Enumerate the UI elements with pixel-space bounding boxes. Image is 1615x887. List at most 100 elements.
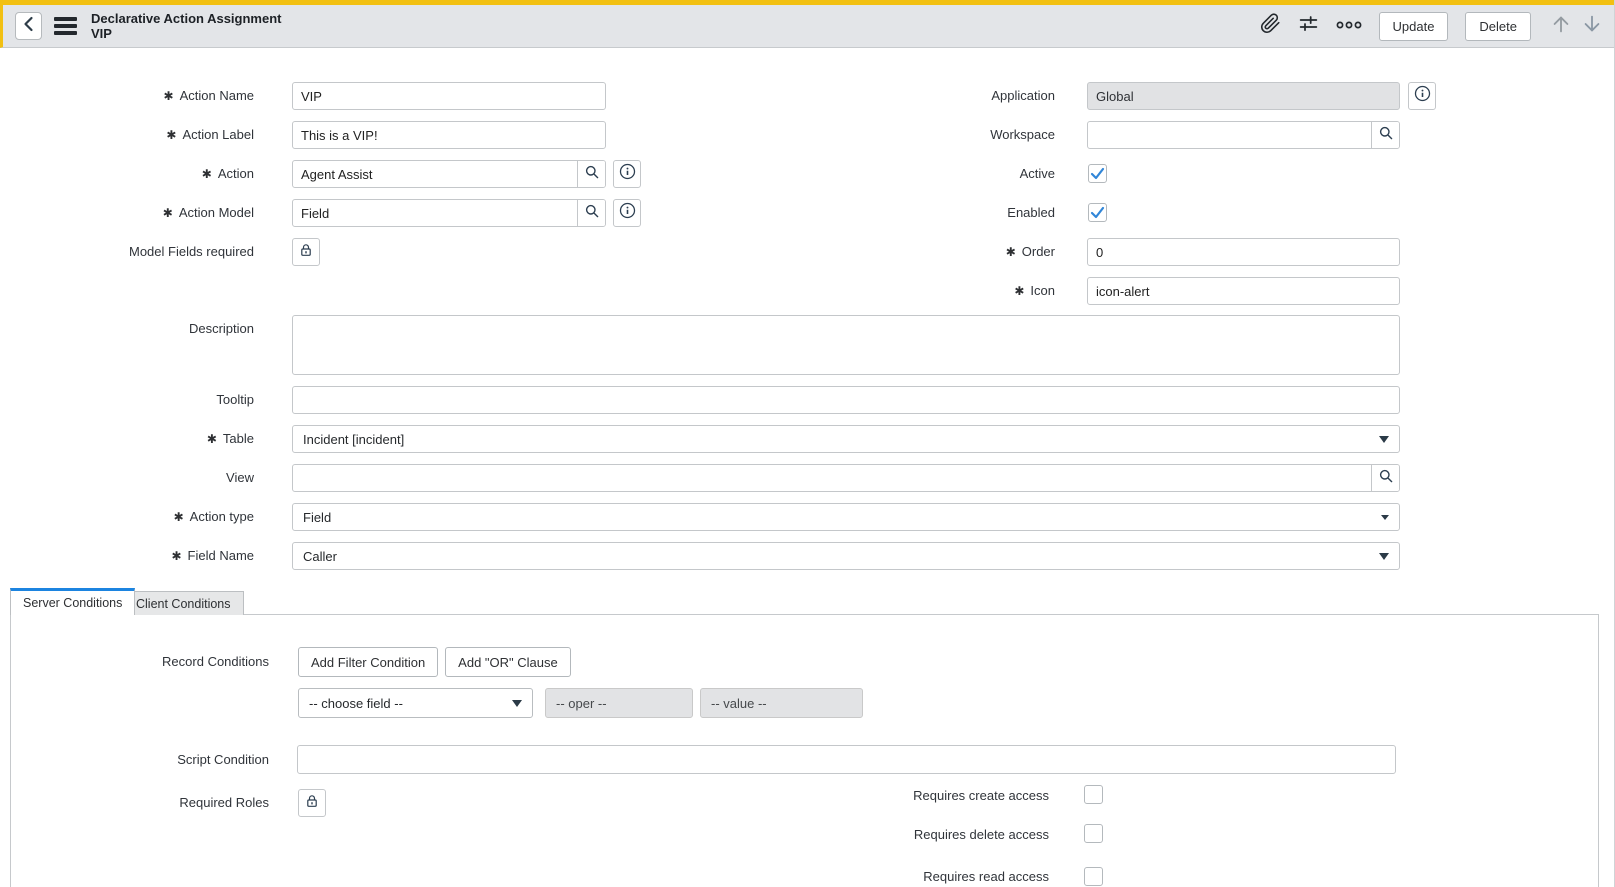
field-label-enabled: Enabled <box>1007 205 1055 220</box>
icon-input[interactable] <box>1087 277 1400 305</box>
requires-delete-access-checkbox[interactable] <box>1084 824 1103 843</box>
required-roles-lock-button[interactable] <box>298 789 326 817</box>
action-model-lookup-button[interactable] <box>577 200 605 226</box>
choose-field-select[interactable]: -- choose field -- <box>298 688 533 718</box>
declarative-action-assignment-form: Declarative Action Assignment VIP Update <box>0 0 1615 887</box>
arrow-down-icon <box>1581 13 1603 40</box>
next-record-button[interactable] <box>1581 13 1603 40</box>
view-reference-field <box>292 464 1400 492</box>
more-options-icon <box>1336 17 1362 35</box>
caret-down-icon <box>1379 552 1389 560</box>
field-label-script-condition: Script Condition <box>177 752 269 767</box>
required-marker-icon: ✱ <box>1005 245 1016 259</box>
field-label-order: ✱ Order <box>1005 244 1055 259</box>
order-input[interactable] <box>1087 238 1400 266</box>
field-label-requires-read-access: Requires read access <box>923 869 1049 884</box>
description-textarea[interactable] <box>292 315 1400 375</box>
action-name-input[interactable] <box>292 82 606 110</box>
workspace-reference-field <box>1087 121 1400 149</box>
more-options-button[interactable] <box>1336 17 1362 35</box>
table-select[interactable]: Incident [incident] <box>292 425 1400 453</box>
field-label-workspace: Workspace <box>990 127 1055 142</box>
view-lookup-button[interactable] <box>1371 465 1399 491</box>
search-icon <box>584 203 600 224</box>
field-label-action-label: ✱ Action Label <box>166 127 254 142</box>
field-label-record-conditions: Record Conditions <box>162 654 269 669</box>
workspace-input[interactable] <box>1088 122 1371 148</box>
search-icon <box>1378 468 1394 489</box>
action-model-input[interactable] <box>293 200 577 226</box>
field-label-description: Description <box>188 321 254 336</box>
tooltip-input[interactable] <box>292 386 1400 414</box>
required-marker-icon: ✱ <box>171 549 182 563</box>
arrow-up-icon <box>1550 13 1572 40</box>
personalize-form-button[interactable] <box>1298 13 1319 39</box>
field-label-table: ✱ Table <box>206 431 254 446</box>
chevron-left-icon <box>22 16 36 37</box>
field-label-tooltip: Tooltip <box>216 392 254 407</box>
action-type-select[interactable]: Field <box>292 503 1400 531</box>
application-readonly-field: Global <box>1087 82 1400 110</box>
form-header: Declarative Action Assignment VIP Update <box>0 5 1614 48</box>
required-marker-icon: ✱ <box>1014 284 1025 298</box>
model-fields-required-lock-button[interactable] <box>292 238 320 266</box>
info-icon <box>1414 85 1431 107</box>
field-name-select[interactable]: Caller <box>292 542 1400 570</box>
lock-icon <box>298 242 314 263</box>
update-button[interactable]: Update <box>1378 11 1449 41</box>
back-button[interactable] <box>15 12 42 40</box>
field-label-requires-create-access: Requires create access <box>913 788 1049 803</box>
field-label-application: Application <box>991 88 1055 103</box>
action-info-button[interactable] <box>613 160 641 188</box>
view-input[interactable] <box>293 465 1371 491</box>
paperclip-icon <box>1260 13 1281 39</box>
add-or-clause-button[interactable]: Add "OR" Clause <box>445 647 571 677</box>
field-label-model-fields-required: Model Fields required <box>128 244 254 259</box>
attachment-button[interactable] <box>1260 13 1281 39</box>
active-checkbox[interactable] <box>1088 164 1107 183</box>
action-reference-field <box>292 160 606 188</box>
value-input-disabled: -- value -- <box>700 688 863 718</box>
checkmark-icon <box>1090 167 1105 180</box>
action-lookup-button[interactable] <box>577 161 605 187</box>
caret-down-icon <box>1379 435 1389 443</box>
caret-down-icon <box>1381 514 1389 520</box>
required-marker-icon: ✱ <box>206 432 217 446</box>
field-label-action-model: ✱ Action Model <box>162 205 254 220</box>
tab-server-conditions[interactable]: Server Conditions <box>10 588 136 615</box>
caret-down-icon <box>512 699 522 707</box>
info-icon <box>619 202 636 224</box>
context-menu-button[interactable] <box>54 17 77 35</box>
info-icon <box>619 163 636 185</box>
add-filter-condition-button[interactable]: Add Filter Condition <box>298 647 439 677</box>
page-title: Declarative Action Assignment <box>91 10 282 26</box>
field-label-action-type: ✱ Action type <box>173 509 254 524</box>
action-model-info-button[interactable] <box>613 199 641 227</box>
field-label-active: Active <box>1019 166 1055 181</box>
sliders-icon <box>1298 13 1319 39</box>
field-label-field-name: ✱ Field Name <box>171 548 254 563</box>
tab-client-conditions[interactable]: Client Conditions <box>123 591 244 615</box>
previous-record-button[interactable] <box>1550 13 1572 40</box>
operator-select-disabled: -- oper -- <box>545 688 693 718</box>
required-marker-icon: ✱ <box>166 128 177 142</box>
enabled-checkbox[interactable] <box>1088 203 1107 222</box>
action-input[interactable] <box>293 161 577 187</box>
server-conditions-panel: Record Conditions Add Filter Condition A… <box>10 614 1599 887</box>
required-marker-icon: ✱ <box>162 206 173 220</box>
field-label-requires-delete-access: Requires delete access <box>913 827 1049 842</box>
workspace-lookup-button[interactable] <box>1371 122 1399 148</box>
field-label-icon: ✱ Icon <box>1014 283 1055 298</box>
delete-button[interactable]: Delete <box>1465 11 1531 41</box>
action-label-input[interactable] <box>292 121 606 149</box>
application-info-button[interactable] <box>1408 82 1436 110</box>
search-icon <box>1378 125 1394 146</box>
checkmark-icon <box>1090 206 1105 219</box>
requires-read-access-checkbox[interactable] <box>1084 867 1103 886</box>
script-condition-input[interactable] <box>297 745 1396 774</box>
field-label-action: ✱ Action <box>201 166 254 181</box>
required-marker-icon: ✱ <box>173 510 184 524</box>
record-subtitle: VIP <box>91 26 112 41</box>
requires-create-access-checkbox[interactable] <box>1084 785 1103 804</box>
lock-icon <box>304 793 320 814</box>
